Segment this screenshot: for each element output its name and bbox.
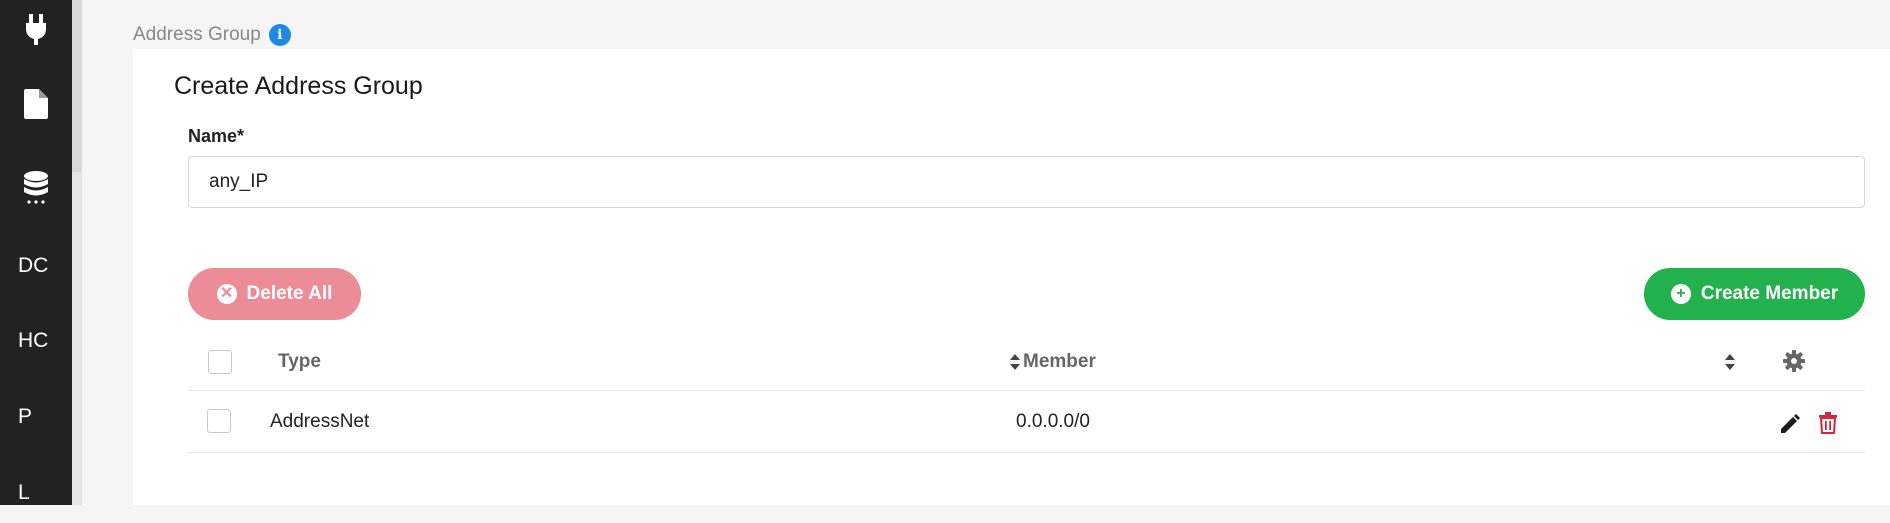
breadcrumb: Address Group i [133,24,291,46]
create-address-group-card: Create Address Group Name* ✕ Delete All … [133,49,1890,505]
gear-icon[interactable] [1783,350,1805,377]
database-icon [23,171,49,205]
plus-circle-icon: + [1670,284,1691,304]
sidebar-item-plug[interactable] [0,0,72,60]
sidebar-item-dc[interactable]: DC [0,236,72,296]
members-table: Type Member AddressNet 0.0.0.0/0 [188,333,1865,453]
table-header: Type Member [188,333,1865,391]
row-checkbox[interactable] [207,409,231,433]
name-input[interactable] [188,156,1865,208]
create-member-label: Create Member [1700,283,1839,304]
name-field-label: Name* [188,126,245,146]
gutter-shade [72,0,82,172]
sidebar: DC HC P L [0,0,72,505]
create-member-button[interactable]: + Create Member [1644,268,1865,320]
sidebar-item-database[interactable] [0,158,72,218]
sidebar-item-l[interactable]: L [0,463,72,523]
row-member: 0.0.0.0/0 [1016,411,1090,432]
sidebar-item-hc[interactable]: HC [0,311,72,371]
document-icon [24,89,48,119]
info-icon[interactable]: i [268,24,291,46]
delete-all-button[interactable]: ✕ Delete All [188,268,361,320]
delete-all-label: Delete All [246,283,333,304]
sidebar-item-document[interactable] [0,74,72,134]
table-row[interactable]: AddressNet 0.0.0.0/0 [188,391,1865,453]
trash-icon[interactable] [1818,412,1838,439]
close-circle-icon: ✕ [216,284,237,304]
column-header-member[interactable]: Member [1023,351,1096,373]
sidebar-item-p[interactable]: P [0,387,72,447]
sidebar-gutter [72,0,82,505]
column-header-type[interactable]: Type [278,351,321,373]
plug-icon [24,14,48,46]
row-type: AddressNet [270,411,370,432]
breadcrumb-label: Address Group [133,24,261,45]
sort-member-icon[interactable] [1724,353,1736,376]
edit-pencil-icon[interactable] [1779,413,1801,440]
page-title: Create Address Group [174,72,423,100]
select-all-checkbox[interactable] [208,350,232,374]
sort-type-icon[interactable] [1009,353,1021,376]
